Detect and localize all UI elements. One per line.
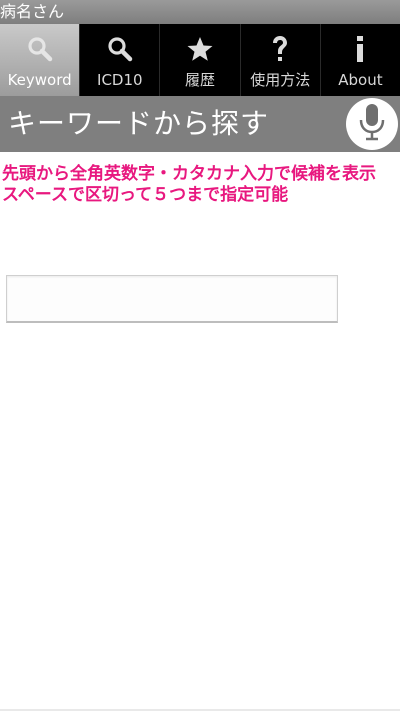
tab-icd10[interactable]: ICD10	[80, 24, 161, 96]
tab-label: 使用方法	[250, 71, 311, 89]
tab-keyword[interactable]: Keyword	[0, 24, 81, 96]
tab-label: 履歴	[185, 71, 216, 89]
app-screen: 病名さん Keyword ICD10 履歴 使用方法 About キーワードから…	[0, 0, 400, 711]
tab-about[interactable]: About	[321, 24, 400, 96]
tab-usage[interactable]: 使用方法	[241, 24, 321, 96]
instruction-line-2: スペースで区切って５つまで指定可能	[2, 185, 289, 205]
star-icon	[186, 30, 214, 68]
tab-bar: Keyword ICD10 履歴 使用方法 About	[0, 24, 400, 97]
search-header: キーワードから探す	[0, 96, 400, 152]
instruction-line-1: 先頭から全角英数字・カタカナ入力で候補を表示	[2, 164, 376, 184]
microphone-icon	[357, 102, 387, 146]
keyword-search-input[interactable]	[6, 275, 338, 323]
page-title: キーワードから探す	[8, 107, 270, 140]
tab-label: Keyword	[7, 71, 72, 89]
search-icon	[106, 30, 134, 68]
voice-search-button[interactable]	[346, 98, 398, 150]
search-icon	[26, 30, 54, 68]
info-icon	[350, 30, 370, 68]
title-bar: 病名さん	[0, 0, 400, 24]
instructions: 先頭から全角英数字・カタカナ入力で候補を表示 スペースで区切って５つまで指定可能	[2, 164, 398, 206]
app-title: 病名さん	[0, 2, 65, 21]
tab-history[interactable]: 履歴	[160, 24, 241, 96]
question-icon	[266, 30, 294, 68]
tab-label: About	[338, 71, 383, 89]
tab-label: ICD10	[97, 71, 143, 89]
